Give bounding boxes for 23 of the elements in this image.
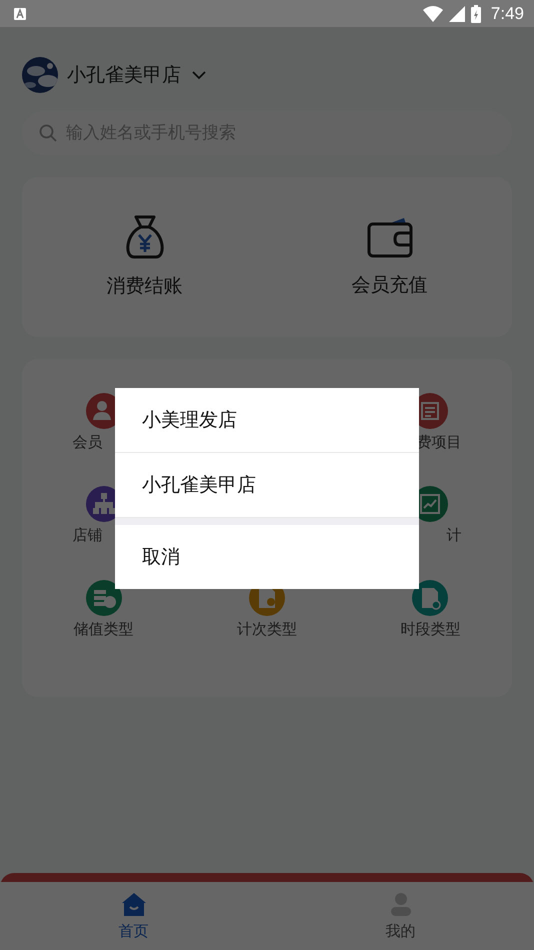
menu-label[interactable]: 计次类型	[236, 620, 298, 639]
dialog-option[interactable]: 小孔雀美甲店	[115, 453, 419, 518]
user-icon	[390, 892, 412, 916]
store-name[interactable]: 小孔雀美甲店	[67, 62, 181, 88]
battery-icon	[470, 4, 481, 22]
signal-icon	[448, 6, 465, 22]
quick-action-label[interactable]: 消费结账	[106, 273, 182, 299]
menu-label[interactable]: 储值类型	[72, 620, 135, 639]
nav-tab[interactable]: 首页	[0, 882, 267, 950]
dialog-option[interactable]: 小美理发店	[115, 388, 419, 453]
quick-action-label[interactable]: 会员充值	[352, 272, 428, 298]
home-icon	[122, 892, 146, 916]
wifi-icon	[422, 6, 443, 22]
cancel-option[interactable]: 取消	[115, 518, 419, 589]
nav-tab[interactable]: 我的	[267, 882, 534, 950]
notification-icon	[14, 8, 26, 20]
search-icon	[39, 124, 57, 142]
status-time: 7:49	[490, 4, 524, 24]
menu-icon[interactable]	[86, 580, 122, 616]
chevron-down-icon[interactable]	[192, 70, 206, 80]
menu-label[interactable]: 时段类型	[399, 620, 462, 639]
wallet-icon[interactable]	[366, 216, 414, 258]
menu-icon[interactable]	[412, 580, 448, 616]
